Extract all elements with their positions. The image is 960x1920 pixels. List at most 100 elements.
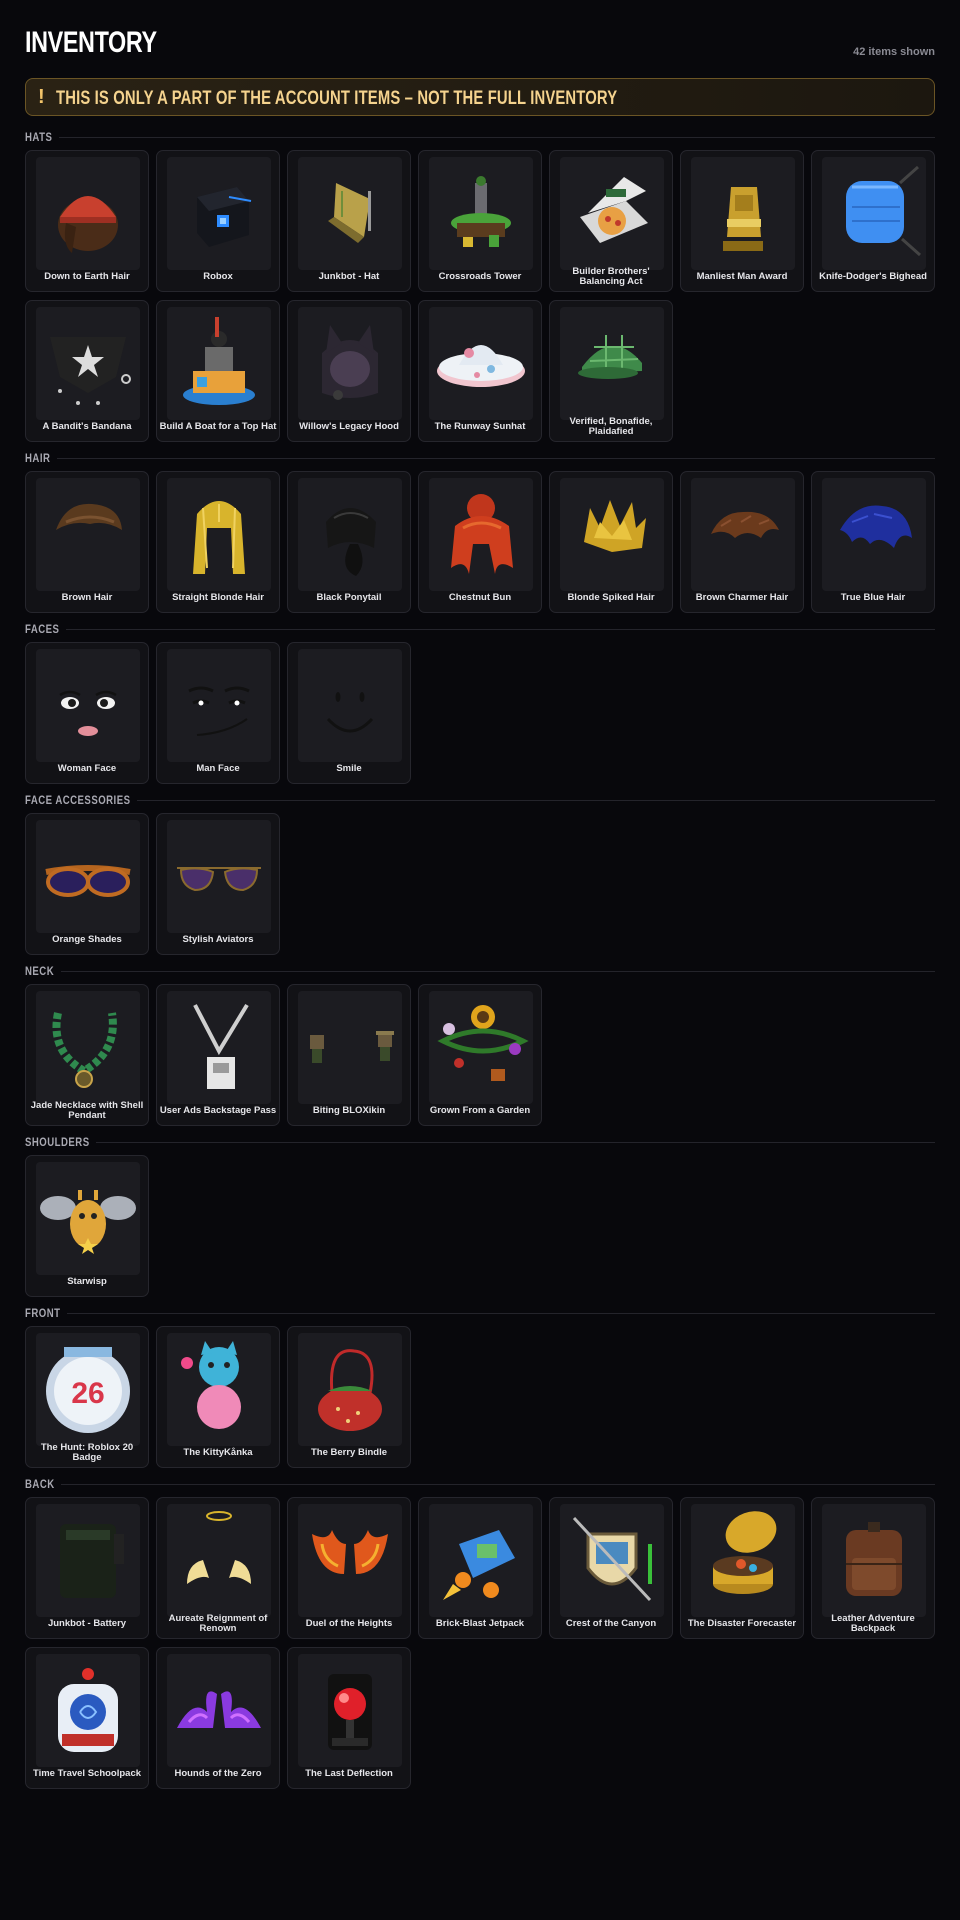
trophy-icon <box>723 187 763 251</box>
item-thumbnail <box>167 307 271 420</box>
section-divider <box>61 1484 935 1485</box>
item-name: Starwisp <box>67 1276 107 1287</box>
inventory-item-card[interactable]: Leather Adventure Backpack <box>811 1497 935 1639</box>
inventory-item-card[interactable]: Straight Blonde Hair <box>156 471 280 613</box>
item-name: Leather Adventure Backpack <box>831 1613 915 1634</box>
section-title: FACES <box>25 622 60 636</box>
section-header: BACK <box>25 1477 935 1491</box>
hunt-badge-icon: 26 <box>46 1347 130 1433</box>
inventory-item-card[interactable]: Hounds of the Zero <box>156 1647 280 1789</box>
section-title: SHOULDERS <box>25 1135 90 1149</box>
crest-shield-icon <box>572 1516 652 1602</box>
item-name: Blonde Spiked Hair <box>567 592 655 603</box>
item-name: Brick-Blast Jetpack <box>435 1618 525 1629</box>
inventory-item-card[interactable]: Starwisp <box>25 1155 149 1297</box>
inventory-item-card[interactable]: Blonde Spiked Hair <box>549 471 673 613</box>
item-name: The Hunt: Roblox 20 Badge <box>40 1442 134 1463</box>
item-thumbnail <box>560 478 664 591</box>
inventory-item-card[interactable]: The Berry Bindle <box>287 1326 411 1468</box>
inventory-item-card[interactable]: The Last Deflection <box>287 1647 411 1789</box>
inventory-item-card[interactable]: Crest of the Canyon <box>549 1497 673 1639</box>
inventory-item-card[interactable]: Man Face <box>156 642 280 784</box>
item-name: Grown From a Garden <box>429 1105 531 1116</box>
section-title: BACK <box>25 1477 55 1491</box>
inventory-item-card[interactable]: Junkbot - Hat <box>287 150 411 292</box>
warning-banner: ! THIS IS ONLY A PART OF THE ACCOUNT ITE… <box>25 78 935 116</box>
item-name: Chestnut Bun <box>448 592 512 603</box>
inventory-item-card[interactable]: Down to Earth Hair <box>25 150 149 292</box>
inventory-item-card[interactable]: Robox <box>156 150 280 292</box>
berry-bag-icon <box>318 1349 382 1431</box>
item-name: The Berry Bindle <box>310 1447 388 1458</box>
forecaster-icon <box>713 1511 777 1594</box>
battery-icon <box>60 1524 124 1598</box>
inventory-item-card[interactable]: Duel of the Heights <box>287 1497 411 1639</box>
item-name: Manliest Man Award <box>696 271 788 282</box>
item-name: Junkbot - Hat <box>318 271 380 282</box>
inventory-item-card[interactable]: User Ads Backstage Pass <box>156 984 280 1126</box>
item-thumbnail <box>429 478 533 591</box>
item-name: A Bandit's Bandana <box>42 421 132 432</box>
section-title: NECK <box>25 964 55 978</box>
inventory-item-card[interactable]: Brick-Blast Jetpack <box>418 1497 542 1639</box>
backstage-pass-icon <box>193 1003 249 1089</box>
item-thumbnail <box>36 991 140 1104</box>
inventory-item-card[interactable]: Verified, Bonafide, Plaidafied <box>549 300 673 442</box>
item-count: 42 items shown <box>853 46 935 58</box>
inventory-item-card[interactable]: Brown Charmer Hair <box>680 471 804 613</box>
item-name: Builder Brothers' Balancing Act <box>572 266 650 287</box>
inventory-item-card[interactable]: Black Ponytail <box>287 471 411 613</box>
section-header: FACES <box>25 622 935 636</box>
inventory-item-card[interactable]: Crossroads Tower <box>418 150 542 292</box>
inventory-item-card[interactable]: Biting BLOXikin <box>287 984 411 1126</box>
inventory-item-card[interactable]: Time Travel Schoolpack <box>25 1647 149 1789</box>
item-thumbnail <box>167 478 271 591</box>
fire-wings-icon <box>312 1530 388 1574</box>
inventory-item-card[interactable]: Build A Boat for a Top Hat <box>156 300 280 442</box>
item-thumbnail <box>560 1504 664 1617</box>
inventory-item-card[interactable]: True Blue Hair <box>811 471 935 613</box>
item-thumbnail <box>36 157 140 270</box>
inventory-item-card[interactable]: Woman Face <box>25 642 149 784</box>
item-thumbnail <box>429 1504 533 1617</box>
inventory-item-card[interactable]: Smile <box>287 642 411 784</box>
inventory-item-card[interactable]: Stylish Aviators <box>156 813 280 955</box>
warning-icon: ! <box>38 86 45 108</box>
robox-cube-icon <box>197 187 252 247</box>
inventory-item-card[interactable]: Grown From a Garden <box>418 984 542 1126</box>
section-title: HAIR <box>25 451 51 465</box>
inventory-item-card[interactable]: Manliest Man Award <box>680 150 804 292</box>
cat-hood-icon <box>322 325 378 400</box>
item-name: Brown Charmer Hair <box>695 592 789 603</box>
item-name: Willow's Legacy Hood <box>299 421 399 432</box>
section-title: FRONT <box>25 1306 61 1320</box>
inventory-item-card[interactable]: Junkbot - Battery <box>25 1497 149 1639</box>
item-name: Smile <box>336 763 362 774</box>
inventory-item-card[interactable]: 26 The Hunt: Roblox 20 Badge <box>25 1326 149 1468</box>
inventory-item-card[interactable]: Chestnut Bun <box>418 471 542 613</box>
item-name: Straight Blonde Hair <box>172 592 264 603</box>
inventory-item-card[interactable]: Willow's Legacy Hood <box>287 300 411 442</box>
hounds-icon <box>177 1691 261 1728</box>
inventory-item-card[interactable]: Builder Brothers' Balancing Act <box>549 150 673 292</box>
item-thumbnail <box>429 991 533 1104</box>
inventory-item-card[interactable]: Aureate Reignment of Renown <box>156 1497 280 1639</box>
inventory-item-card[interactable]: Knife-Dodger's Bighead <box>811 150 935 292</box>
inventory-item-card[interactable]: A Bandit's Bandana <box>25 300 149 442</box>
inventory-item-card[interactable]: Brown Hair <box>25 471 149 613</box>
item-thumbnail <box>298 307 402 420</box>
inventory-item-card[interactable]: Orange Shades <box>25 813 149 955</box>
item-name: Man Face <box>196 763 240 774</box>
item-name: The Last Deflection <box>305 1768 393 1779</box>
inventory-item-card[interactable]: The Runway Sunhat <box>418 300 542 442</box>
section-title: FACE ACCESSORIES <box>25 793 131 807</box>
item-thumbnail <box>298 478 402 591</box>
item-name: Junkbot - Battery <box>47 1618 127 1629</box>
inventory-item-card[interactable]: Jade Necklace with Shell Pendant <box>25 984 149 1126</box>
item-thumbnail <box>560 307 664 420</box>
inventory-item-card[interactable]: The KittyKånka <box>156 1326 280 1468</box>
page-title: INVENTORY <box>25 26 157 59</box>
section-title: HATS <box>25 130 53 144</box>
garden-icon <box>437 1005 529 1081</box>
inventory-item-card[interactable]: The Disaster Forecaster <box>680 1497 804 1639</box>
